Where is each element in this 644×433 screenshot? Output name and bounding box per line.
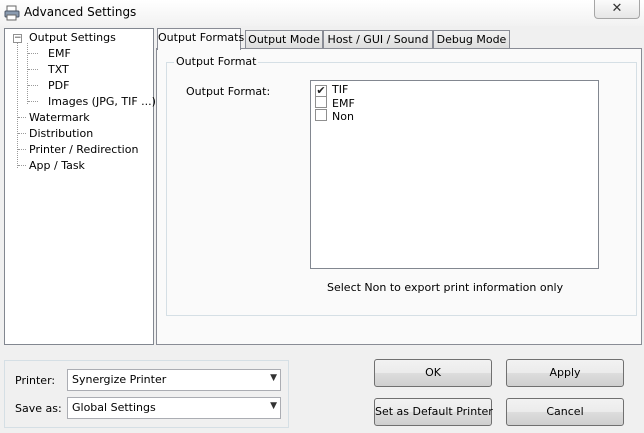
close-button[interactable]: ✕ [594,0,640,19]
tree-item-distribution[interactable]: Distribution [29,127,93,141]
saveas-value: Global Settings [72,401,156,414]
saveas-label: Save as: [15,402,62,415]
tab-host-gui-sound[interactable]: Host / GUI / Sound [323,30,433,49]
printer-label: Printer: [15,374,56,387]
tree-line [18,149,26,150]
output-format-list[interactable]: ✔ TIF EMF Non [310,80,599,269]
checkbox[interactable] [315,109,327,121]
format-label: TIF [332,83,349,96]
window-title: Advanced Settings [24,5,137,19]
tree-line [28,101,38,102]
tree-line [18,117,26,118]
title-bar: Advanced Settings ✕ [0,0,644,26]
tree-item-pdf[interactable]: PDF [48,79,69,93]
apply-button[interactable]: Apply [506,359,624,387]
tree-item-output-settings[interactable]: Output Settings [29,31,116,45]
format-option-non[interactable]: Non [315,109,354,123]
tree-line [28,85,38,86]
info-note: Select Non to export print information o… [327,281,564,294]
saveas-select[interactable]: Global Settings ▼ [67,397,281,419]
tab-debug-mode[interactable]: Debug Mode [433,30,510,49]
tree-line [18,133,26,134]
tab-output-formats[interactable]: Output Formats [157,28,244,50]
tree-item-txt[interactable]: TXT [48,63,69,77]
tree-item-printer-redirection[interactable]: Printer / Redirection [29,143,138,157]
checkbox[interactable] [315,96,327,108]
tree-item-app-task[interactable]: App / Task [29,159,85,173]
tree-item-emf[interactable]: EMF [48,47,71,61]
close-icon: ✕ [611,1,623,16]
tab-output-mode[interactable]: Output Mode [245,30,323,49]
group-title: Output Format [174,55,259,68]
format-option-tif[interactable]: ✔ TIF [315,83,348,97]
output-format-label: Output Format: [186,85,271,98]
set-default-printer-button[interactable]: Set as Default Printer [374,398,493,426]
tree-line [18,165,26,166]
dropdown-arrow-icon[interactable]: ▼ [270,373,277,383]
dropdown-arrow-icon[interactable]: ▼ [270,401,277,411]
printer-value: Synergize Printer [72,373,167,386]
tree-item-watermark[interactable]: Watermark [29,111,90,125]
format-option-emf[interactable]: EMF [315,96,355,110]
format-label: Non [332,110,354,123]
ok-button[interactable]: OK [374,359,492,387]
tree-item-images[interactable]: Images (JPG, TIF ...) [48,95,156,109]
printer-select[interactable]: Synergize Printer ▼ [67,369,281,391]
printer-icon [4,5,20,21]
tree-line [28,69,38,70]
tree-line [28,53,38,54]
collapse-icon[interactable]: − [13,34,22,43]
cancel-button[interactable]: Cancel [506,398,624,426]
settings-tree[interactable]: − Output Settings EMF TXT PDF Images (JP… [4,28,156,345]
